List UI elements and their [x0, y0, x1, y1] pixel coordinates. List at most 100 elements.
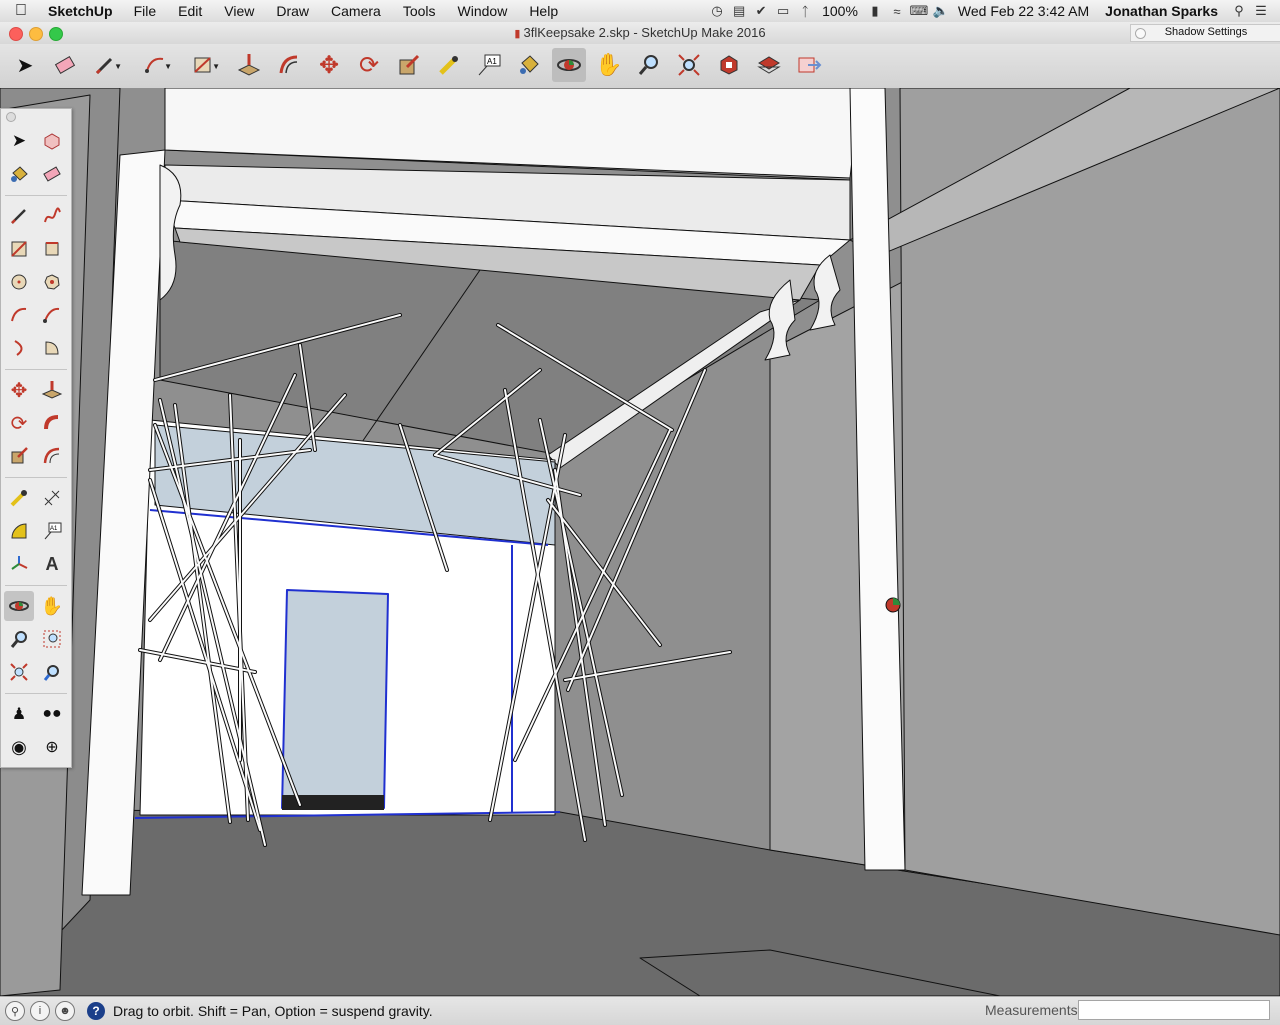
model-viewport[interactable]: [0, 88, 1280, 996]
axes-icon: [11, 556, 28, 570]
menu-view[interactable]: View: [213, 3, 265, 19]
eraser-tool-button[interactable]: [48, 48, 82, 82]
clock[interactable]: Wed Feb 22 3:42 AM: [952, 3, 1095, 19]
user-account-icon[interactable]: ☻: [55, 1001, 75, 1021]
palette-make-component-button[interactable]: [37, 126, 67, 156]
measurements-input[interactable]: [1078, 1000, 1270, 1020]
zoom-extents-tool-button[interactable]: [672, 48, 706, 82]
palette-orbit-button[interactable]: [4, 591, 34, 621]
polygon-icon: [44, 274, 60, 290]
palette-eraser-button[interactable]: [37, 159, 67, 189]
menu-file[interactable]: File: [123, 3, 168, 19]
apple-menu-icon[interactable]: : [0, 2, 42, 20]
spotlight-search-icon[interactable]: ⚲: [1228, 3, 1250, 19]
palette-rotate-button[interactable]: ⟳: [4, 408, 34, 438]
palette-arc-button[interactable]: [4, 300, 34, 330]
menu-draw[interactable]: Draw: [265, 3, 320, 19]
palette-previous-view-button[interactable]: [37, 657, 67, 687]
paint-bucket-tool-button[interactable]: [512, 48, 546, 82]
shapes-tool-button[interactable]: ▼: [186, 48, 220, 82]
palette-pan-button[interactable]: ✋: [37, 591, 67, 621]
palette-tape-measure-button[interactable]: [4, 483, 34, 513]
window-title-text: 3flKeepsake 2.skp - SketchUp Make 2016: [523, 25, 766, 40]
instructor-help-icon[interactable]: ?: [87, 1002, 105, 1020]
palette-walk-button[interactable]: ●●: [37, 699, 67, 729]
palette-axes-button[interactable]: [4, 549, 34, 579]
palette-paint-bucket-button[interactable]: [4, 159, 34, 189]
svg-text:A1: A1: [487, 57, 497, 66]
pan-tool-button[interactable]: ✋: [592, 48, 626, 82]
rotate-tool-button[interactable]: ⟳: [352, 48, 386, 82]
3d-warehouse-button[interactable]: [712, 48, 746, 82]
palette-3pt-arc-button[interactable]: [4, 333, 34, 363]
palette-protractor-button[interactable]: [4, 516, 34, 546]
palette-select-button[interactable]: ➤: [4, 126, 34, 156]
arc-tool-button[interactable]: ▼: [138, 48, 172, 82]
menu-window[interactable]: Window: [447, 3, 519, 19]
orbit-tool-button[interactable]: [552, 48, 586, 82]
palette-follow-me-button[interactable]: [37, 408, 67, 438]
palette-3d-text-button[interactable]: A: [37, 549, 67, 579]
orbit-cursor: [885, 597, 901, 613]
extension-warehouse-button[interactable]: [752, 48, 786, 82]
bluetooth-icon[interactable]: ᛏ: [794, 4, 816, 19]
palette-polygon-button[interactable]: [37, 267, 67, 297]
palette-offset-button[interactable]: [37, 441, 67, 471]
arc-icon: [11, 307, 27, 322]
input-source-icon[interactable]: ⌨: [908, 3, 930, 19]
palette-push-pull-button[interactable]: [37, 375, 67, 405]
move-tool-button[interactable]: ✥: [312, 48, 346, 82]
palette-zoom-extents-button[interactable]: [4, 657, 34, 687]
zoom-extents-icon: [10, 663, 28, 681]
send-to-layout-button[interactable]: [792, 48, 826, 82]
zoom-tool-button[interactable]: [632, 48, 666, 82]
credits-info-icon[interactable]: i: [30, 1001, 50, 1021]
offset-tool-button[interactable]: [272, 48, 306, 82]
palette-dimension-button[interactable]: [37, 483, 67, 513]
palette-zoom-window-button[interactable]: [37, 624, 67, 654]
text-tool-button[interactable]: A1: [472, 48, 506, 82]
menu-edit[interactable]: Edit: [167, 3, 213, 19]
notification-center-icon[interactable]: ☰: [1250, 3, 1272, 19]
palette-freehand-button[interactable]: [37, 201, 67, 231]
menu-camera[interactable]: Camera: [320, 3, 392, 19]
palette-rotated-rectangle-button[interactable]: [37, 234, 67, 264]
push-pull-tool-button[interactable]: [232, 48, 266, 82]
palette-pie-button[interactable]: [37, 333, 67, 363]
select-tool-button[interactable]: ➤: [8, 48, 42, 82]
palette-close-icon[interactable]: [6, 112, 16, 122]
app-menu[interactable]: SketchUp: [42, 3, 123, 19]
palette-scale-button[interactable]: [4, 441, 34, 471]
palette-rectangle-button[interactable]: [4, 234, 34, 264]
airplay-icon[interactable]: ▭: [772, 3, 794, 19]
scale-tool-button[interactable]: [392, 48, 426, 82]
palette-2pt-arc-button[interactable]: [37, 300, 67, 330]
pencil-tool-button[interactable]: ▼: [88, 48, 122, 82]
palette-section-plane-button[interactable]: ⊕: [37, 732, 67, 762]
zoom-window-icon: [43, 630, 61, 648]
extension-warehouse-icon: [757, 56, 781, 74]
palette-text-button[interactable]: A1: [37, 516, 67, 546]
user-name[interactable]: Jonathan Sparks: [1095, 3, 1228, 19]
palette-circle-button[interactable]: [4, 267, 34, 297]
palette-look-around-button[interactable]: ◉: [4, 732, 34, 762]
svg-text:A1: A1: [50, 526, 58, 532]
panel-close-icon[interactable]: [1135, 28, 1146, 39]
menu-help[interactable]: Help: [518, 3, 569, 19]
palette-zoom-button[interactable]: [4, 624, 34, 654]
norton-check-icon[interactable]: ✔: [750, 3, 772, 19]
presentation-icon[interactable]: ▤: [728, 3, 750, 19]
volume-icon[interactable]: 🔈: [930, 3, 952, 19]
palette-line-button[interactable]: [4, 201, 34, 231]
battery-icon[interactable]: ▮: [864, 3, 886, 19]
time-machine-icon[interactable]: ◷: [706, 3, 728, 19]
menu-tools[interactable]: Tools: [392, 3, 447, 19]
shadow-settings-panel[interactable]: Shadow Settings: [1130, 24, 1280, 42]
wifi-icon[interactable]: ≈: [886, 4, 908, 19]
geolocation-icon[interactable]: ⚲: [5, 1001, 25, 1021]
main-toolbar: ➤ ▼ ▼ ▼ ✥ ⟳ A1 ✋: [0, 44, 1280, 89]
tape-measure-tool-button[interactable]: [432, 48, 466, 82]
pencil-icon: [11, 209, 26, 224]
palette-move-button[interactable]: ✥: [4, 375, 34, 405]
palette-position-camera-button[interactable]: ♟: [4, 699, 34, 729]
